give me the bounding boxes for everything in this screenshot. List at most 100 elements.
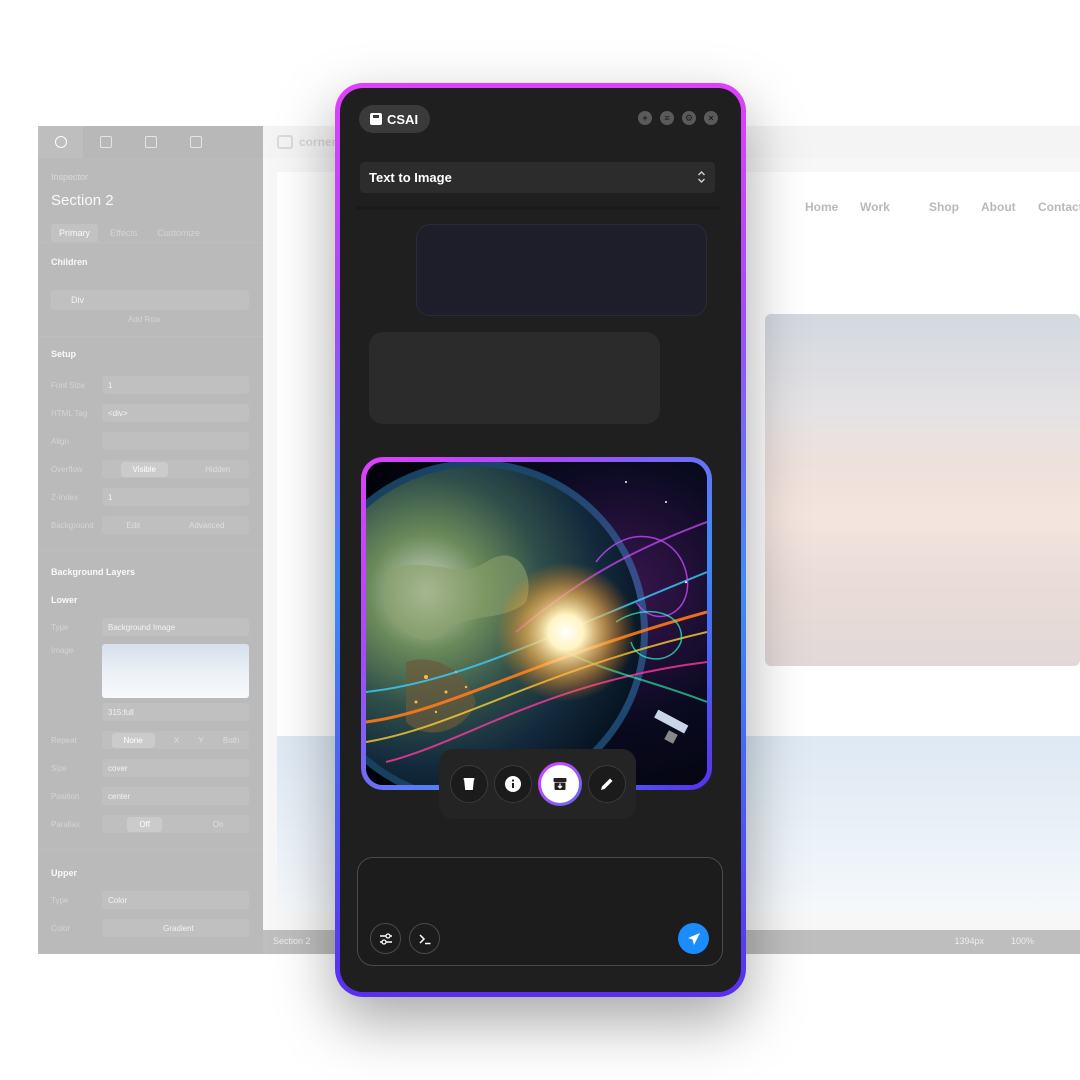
nav-home[interactable]: Home — [805, 200, 838, 214]
add-row-button[interactable]: Add Row — [128, 315, 160, 324]
window-controls: + ≡ ⚙ × — [638, 111, 718, 125]
position-input[interactable]: center — [102, 787, 249, 805]
layout-icon — [144, 136, 157, 148]
overflow-label: Overflow — [51, 464, 83, 474]
zindex-row: Z-Index 1 — [51, 488, 249, 506]
list-icon[interactable]: ≡ — [660, 111, 674, 125]
html-tag-select[interactable]: <div> — [102, 404, 249, 422]
generated-image-frame — [361, 457, 712, 790]
chevron-updown-icon — [698, 171, 705, 183]
nav-contact[interactable]: Contact — [1038, 200, 1080, 214]
color-gradient[interactable]: Gradient — [102, 919, 249, 937]
image-thumbnail[interactable] — [102, 644, 249, 698]
inspector-sidebar: Inspector Section 2 Primary Effects Cust… — [38, 126, 263, 954]
close-icon[interactable]: × — [704, 111, 718, 125]
lower-label: Lower — [51, 595, 78, 605]
children-heading[interactable]: Children — [51, 257, 88, 267]
delete-button[interactable] — [449, 765, 488, 803]
trash-icon — [463, 778, 474, 790]
divider — [38, 849, 263, 850]
parallax-off[interactable]: Off — [127, 816, 162, 832]
brand-label: CSAI — [387, 111, 419, 127]
tab-primary[interactable]: Primary — [51, 224, 98, 242]
layout-tab[interactable] — [128, 126, 173, 158]
upper-type-row: Type Color — [51, 891, 249, 909]
info-button[interactable] — [493, 765, 532, 803]
inspector-label: Inspector — [51, 172, 89, 182]
size-label: Size — [51, 763, 67, 773]
send-button[interactable] — [678, 923, 709, 954]
logo-text: corner — [299, 135, 337, 149]
upper-label: Upper — [51, 868, 78, 878]
html-tag-label: HTML Tag — [51, 408, 88, 418]
divider — [38, 550, 263, 551]
archive-download-icon — [553, 778, 566, 790]
section-title: Section 2 — [51, 192, 114, 209]
generated-image[interactable] — [366, 462, 707, 785]
prompt-commands-button[interactable] — [409, 923, 440, 954]
background-control[interactable]: Edit Advanced — [102, 516, 249, 534]
elements-tab[interactable] — [83, 126, 128, 158]
repeat-y[interactable]: Y — [198, 736, 203, 745]
csai-brand[interactable]: CSAI — [359, 105, 431, 133]
paper-plane-icon — [687, 932, 700, 945]
background-advanced[interactable]: Advanced — [189, 521, 225, 530]
bg-layers-heading[interactable]: Background Layers — [51, 567, 135, 577]
gear-icon[interactable]: ⚙ — [682, 111, 696, 125]
align-row: Align — [51, 432, 249, 450]
edit-button[interactable] — [587, 765, 626, 803]
type-select[interactable]: Background Image — [102, 618, 249, 636]
overflow-control[interactable]: Visible Hidden — [102, 460, 249, 478]
status-zoom[interactable]: 100% — [1011, 936, 1034, 946]
search-tab[interactable] — [38, 126, 83, 158]
repeat-control[interactable]: None X Y Both — [102, 731, 249, 749]
type-label: Type — [51, 622, 69, 632]
color-row: Color Gradient — [51, 919, 249, 937]
repeat-x[interactable]: X — [174, 736, 179, 745]
zindex-input[interactable]: 1 — [102, 488, 249, 506]
parallax-on[interactable]: On — [213, 820, 224, 829]
save-to-library-button[interactable] — [538, 762, 582, 806]
size-row: Size cover — [51, 759, 249, 777]
align-label: Align — [51, 436, 69, 446]
repeat-both[interactable]: Both — [223, 736, 239, 745]
repeat-row: Repeat None X Y Both — [51, 731, 249, 749]
info-icon — [504, 776, 521, 792]
prompt-composer[interactable] — [357, 857, 723, 966]
layers-tab[interactable] — [173, 126, 218, 158]
upper-type-select[interactable]: Color — [102, 891, 249, 909]
csai-logo-icon — [370, 113, 382, 125]
sidebar-tabs — [38, 126, 263, 158]
setup-heading[interactable]: Setup — [51, 349, 76, 359]
background-edit[interactable]: Edit — [126, 521, 140, 530]
nav-work[interactable]: Work — [860, 200, 890, 214]
color-label: Color — [51, 923, 71, 933]
tab-customize[interactable]: Customize — [149, 224, 208, 242]
nav-about[interactable]: About — [981, 200, 1016, 214]
repeat-label: Repeat — [51, 735, 77, 745]
search-icon — [54, 136, 67, 148]
align-control[interactable] — [102, 432, 249, 450]
background-label: Background — [51, 520, 94, 530]
parallax-control[interactable]: Off On — [102, 815, 249, 833]
repeat-none[interactable]: None — [111, 732, 155, 748]
status-section: Section 2 — [273, 936, 311, 946]
size-input[interactable]: cover — [102, 759, 249, 777]
tab-effects[interactable]: Effects — [102, 224, 145, 242]
overflow-hidden[interactable]: Hidden — [205, 465, 230, 474]
divider — [38, 336, 263, 337]
nav-shop[interactable]: Shop — [929, 200, 959, 214]
settings-button[interactable] — [370, 923, 401, 954]
parallax-label: Parallax — [51, 819, 80, 829]
image-name-row: 315:full — [51, 703, 249, 721]
overflow-visible[interactable]: Visible — [120, 461, 168, 477]
cornerstone-logo-icon — [277, 135, 293, 149]
plus-icon[interactable]: + — [638, 111, 652, 125]
child-item[interactable]: Div — [51, 290, 249, 310]
mode-select-value: Text to Image — [369, 170, 452, 185]
position-row: Position center — [51, 787, 249, 805]
parallax-row: Parallax Off On — [51, 815, 249, 833]
font-size-input[interactable]: 1 — [102, 376, 249, 394]
mode-select[interactable]: Text to Image — [360, 162, 715, 193]
font-size-label: Font Size — [51, 380, 85, 390]
